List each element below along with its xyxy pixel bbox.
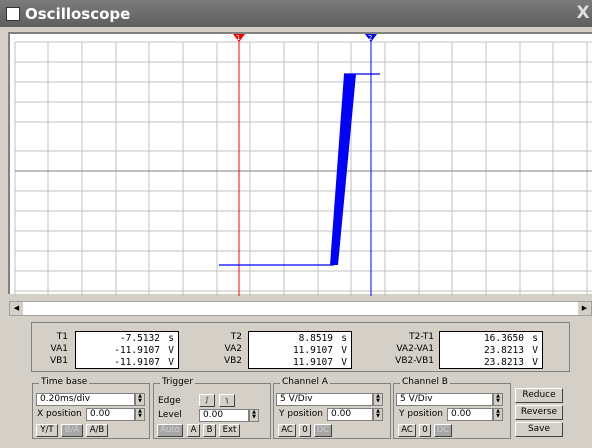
horizontal-scrollbar[interactable]: ◀ ▶ [9,301,592,316]
xpos-label: X position [37,409,82,419]
va1-unit: V [168,345,174,356]
vb2-label: VB2 [223,356,242,366]
vb1-unit: V [168,357,174,368]
scroll-left-icon[interactable]: ◀ [10,302,23,315]
va1-value: -11.9107 [114,345,160,356]
dvb-label: VB2-VB1 [395,356,434,366]
channel-a-dc-button[interactable]: DC [314,424,332,437]
scope-screen: 1 2 [14,34,592,296]
xpos-field[interactable]: 0.00 [86,408,135,421]
channel-b-zero-button[interactable]: 0 [419,424,431,437]
grid [14,41,592,296]
va1-label: VA1 [50,344,68,354]
channel-b-ypos-field[interactable]: 0.00 [447,408,493,421]
reduce-button[interactable]: Reduce [515,388,563,403]
rising-edge-icon[interactable]: ∫ [199,394,215,407]
trigger-a-button[interactable]: A [187,424,200,437]
delta-readout: 16.3650 s 23.8213 V 23.8213 V [439,331,543,369]
channel-a-ypos-label: Y position [279,409,324,419]
cursor-2-label: 2 [368,34,372,42]
ext-button[interactable]: Ext [219,424,240,437]
channel-b-dc-button[interactable]: DC [434,424,452,437]
trigger-group: Trigger Edge ∫ ʅ Level 0.00 ▲ ▼ Auto A B … [153,377,271,439]
va2-unit: V [341,345,347,356]
dva-value: 23.8213 [483,345,524,356]
t2-unit: s [341,333,347,344]
channel-a-ypos-field[interactable]: 0.00 [327,408,373,421]
dvb-value: 23.8213 [483,357,524,368]
channel-b-scale-field[interactable]: 5 V/Div [396,393,493,406]
channel-b-ypos-label: Y position [399,409,444,419]
timebase-group: Time base 0.20ms/div ▲ ▼ X position 0.00 … [32,377,150,439]
trigger-b-button[interactable]: B [203,424,216,437]
channel-a-ypos-spinner[interactable]: ▲ ▼ [373,408,383,421]
channel-a-title: Channel A [280,377,330,387]
auto-button[interactable]: Auto [157,424,183,437]
xpos-spinner[interactable]: ▲ ▼ [135,408,145,421]
t1-unit: s [168,333,174,344]
vb2-unit: V [341,357,347,368]
channel-a-ac-button[interactable]: AC [278,424,296,437]
edge-label: Edge [158,396,181,406]
vb1-value: -11.9107 [114,357,160,368]
channel-b-group: Channel B 5 V/Div ▲ ▼ Y position 0.00 ▲ ▼ … [393,377,511,439]
scroll-right-icon[interactable]: ▶ [578,302,591,315]
va2-label: VA2 [224,344,242,354]
vb1-label: VB1 [49,356,68,366]
level-field[interactable]: 0.00 [199,409,249,422]
scope-display[interactable]: 1 2 [8,32,592,296]
save-button[interactable]: Save [515,422,563,437]
trace-transition [330,74,356,265]
channel-a-scale-spinner[interactable]: ▲ ▼ [373,393,383,406]
cursor-1-label: 1 [236,34,240,42]
channel-a-group: Channel A 5 V/Div ▲ ▼ Y position 0.00 ▲ ▼ … [273,377,391,439]
t1-label: T1 [56,332,68,342]
falling-edge-icon[interactable]: ʅ [219,394,235,407]
channel-b-ac-button[interactable]: AC [398,424,416,437]
level-spinner[interactable]: ▲ ▼ [249,409,259,422]
timebase-scale-field[interactable]: 0.20ms/div [36,393,135,406]
yt-button[interactable]: Y/T [36,424,58,437]
window-icon [6,6,20,21]
ab-button[interactable]: A/B [86,424,108,437]
measurement-panel: T1 VA1 VB1 -7.5132 s -11.9107 V -11.9107… [31,322,570,372]
ba-button[interactable]: B/A [61,424,83,437]
channel-b-ypos-spinner[interactable]: ▲ ▼ [493,408,503,421]
dvb-unit: V [532,357,538,368]
level-label: Level [158,410,182,420]
window-title: Oscilloscope [25,4,131,23]
channel-b-scale-spinner[interactable]: ▲ ▼ [493,393,503,406]
dt-unit: s [532,333,538,344]
timebase-scale-spinner[interactable]: ▲ ▼ [135,393,145,406]
title-bar: Oscilloscope X [0,0,592,27]
dt-value: 16.3650 [483,333,524,344]
trigger-title: Trigger [160,377,196,387]
timebase-title: Time base [39,377,90,387]
channel-a-zero-button[interactable]: 0 [299,424,311,437]
vb2-value: 11.9107 [292,357,333,368]
channel-a-scale-field[interactable]: 5 V/Div [276,393,373,406]
channel-b-title: Channel B [400,377,450,387]
t1-value: -7.5132 [119,333,160,344]
t2-label: T2 [230,332,242,342]
va2-value: 11.9107 [292,345,333,356]
cursor1-readout: -7.5132 s -11.9107 V -11.9107 V [75,331,179,369]
dt-label: T2-T1 [409,332,434,342]
dva-unit: V [532,345,538,356]
cursor2-readout: 8.8519 s 11.9107 V 11.9107 V [248,331,352,369]
reverse-button[interactable]: Reverse [515,405,563,420]
dva-label: VA2-VA1 [396,344,434,354]
t2-value: 8.8519 [298,333,333,344]
close-button[interactable]: X [574,4,592,22]
